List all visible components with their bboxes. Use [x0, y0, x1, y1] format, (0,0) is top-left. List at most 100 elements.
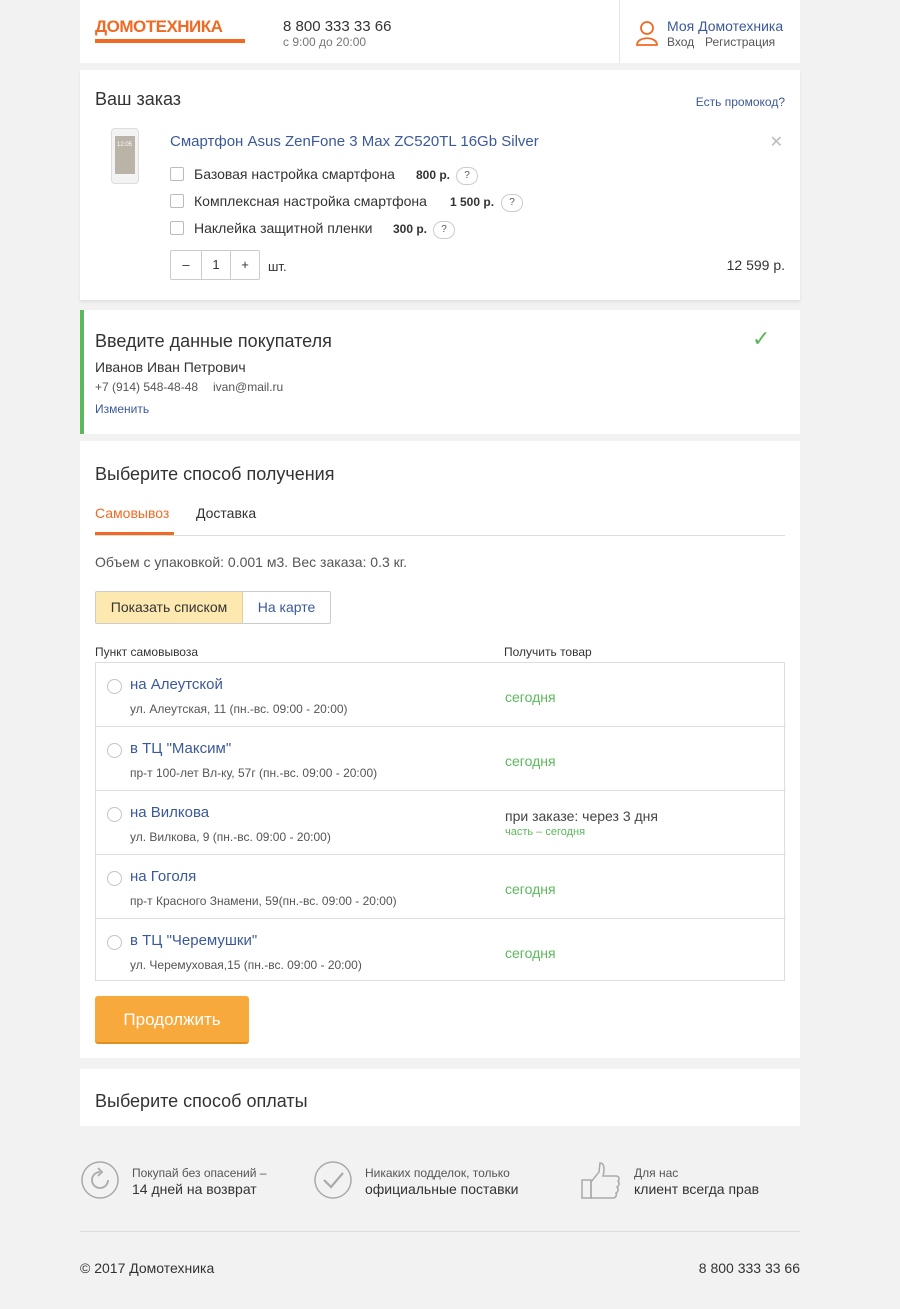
pickup-row[interactable]: на Алеутской ул. Алеутская, 11 (пн.-вс. … [96, 663, 786, 727]
footer-divider [80, 1231, 800, 1232]
pickup-radio[interactable] [107, 935, 122, 950]
order-panel: Ваш заказ Есть промокод? 12:05 Смартфон … [80, 70, 800, 300]
product-name[interactable]: Смартфон Asus ZenFone 3 Max ZC520TL 16Gb… [170, 133, 539, 150]
tab-active-underline [95, 532, 174, 535]
benefit-bottom: официальные поставки [365, 1181, 519, 1197]
header-phone[interactable]: 8 800 333 33 66 [283, 18, 391, 35]
service-option[interactable]: Комплексная настройка смартфона 1 500 р.… [170, 193, 670, 213]
header-hours: с 9:00 до 20:00 [283, 35, 367, 49]
option-help-icon[interactable]: ? [456, 167, 478, 185]
pickup-row[interactable]: на Вилкова ул. Вилкова, 9 (пн.-вс. 09:00… [96, 791, 786, 855]
promo-link[interactable]: Есть промокод? [696, 95, 785, 109]
pickup-row[interactable]: на Гоголя пр-т Красного Знамени, 59(пн.-… [96, 855, 786, 919]
delivery-title: Выберите способ получения [95, 464, 335, 484]
pickup-availability: сегодня [505, 689, 556, 705]
pickup-radio[interactable] [107, 871, 122, 886]
pickup-name: на Алеутской [130, 676, 223, 693]
pickup-row[interactable]: в ТЦ "Максим" пр-т 100-лет Вл-ку, 57г (п… [96, 727, 786, 791]
option-price: 300 р. [393, 222, 428, 236]
pickup-radio[interactable] [107, 743, 122, 758]
qty-plus-button[interactable]: + [231, 251, 259, 279]
logo-text: ДОМОТЕХНИКА [95, 17, 223, 36]
benefit-top: Для нас [634, 1166, 679, 1180]
account-link[interactable]: Моя Домотехника [667, 18, 783, 34]
login-link[interactable]: Вход [667, 35, 694, 49]
pickup-table: на Алеутской ул. Алеутская, 11 (пн.-вс. … [95, 662, 786, 981]
pickup-availability: сегодня [505, 753, 556, 769]
pickup-radio[interactable] [107, 679, 122, 694]
phone-screen-time: 12:05 [117, 142, 133, 148]
col-header-get: Получить товар [504, 645, 592, 659]
option-price: 800 р. [416, 168, 451, 182]
buyer-email: ivan@mail.ru [213, 380, 284, 394]
payment-title: Выберите способ оплаты [95, 1091, 308, 1111]
tab-delivery[interactable]: Доставка [196, 505, 256, 521]
pickup-address: пр-т 100-лет Вл-ку, 57г (пн.-вс. 09:00 -… [130, 766, 378, 780]
pickup-name: в ТЦ "Черемушки" [130, 932, 258, 949]
delivery-panel: Выберите способ получения Самовывоз Дост… [80, 441, 800, 1058]
buyer-title: Введите данные покупателя [95, 331, 332, 351]
product-image[interactable]: 12:05 [111, 128, 139, 184]
view-map-button[interactable]: На карте [243, 592, 330, 623]
qty-unit: шт. [268, 259, 287, 274]
benefit-return: Покупай без опасений – 14 дней на возвра… [80, 1160, 310, 1202]
benefit-bottom: 14 дней на возврат [132, 1181, 257, 1197]
pickup-availability: при заказе: через 3 дня [505, 808, 658, 824]
qty-input[interactable]: 1 [201, 251, 231, 279]
delivery-tabs: Самовывоз Доставка [95, 503, 785, 536]
view-list-button[interactable]: Показать списком [96, 592, 243, 623]
benefit-top: Покупай без опасений – [132, 1166, 267, 1180]
pickup-address: пр-т Красного Знамени, 59(пн.-вс. 09:00 … [130, 894, 397, 908]
benefit-official: Никаких подделок, только официальные пос… [313, 1160, 553, 1202]
pickup-address: ул. Вилкова, 9 (пн.-вс. 09:00 - 20:00) [130, 830, 331, 844]
pickup-availability-partial: часть – сегодня [505, 826, 586, 838]
pickup-name: на Вилкова [130, 804, 210, 821]
pickup-name: в ТЦ "Максим" [130, 740, 232, 757]
thumbs-up-icon [580, 1160, 622, 1202]
return-icon [80, 1160, 120, 1200]
pickup-availability: сегодня [505, 945, 556, 961]
qty-minus-button[interactable]: – [171, 251, 201, 279]
buyer-complete-icon: ✓ [752, 326, 771, 351]
footer-phone[interactable]: 8 800 333 33 66 [699, 1260, 800, 1276]
payment-panel[interactable]: Выберите способ оплаты [80, 1069, 800, 1126]
buyer-name: Иванов Иван Петрович [95, 359, 246, 375]
continue-button[interactable]: Продолжить [95, 996, 249, 1044]
pickup-radio[interactable] [107, 807, 122, 822]
order-title: Ваш заказ [95, 89, 182, 109]
option-label: Комплексная настройка смартфона [194, 193, 427, 209]
benefit-top: Никаких подделок, только [365, 1166, 510, 1180]
benefit-bottom: клиент всегда прав [634, 1181, 760, 1197]
option-checkbox[interactable] [170, 167, 184, 181]
buyer-panel: Введите данные покупателя ✓ Иванов Иван … [80, 310, 800, 434]
quantity-stepper: – 1 + [170, 250, 260, 280]
site-header: ДОМОТЕХНИКА 8 800 333 33 66 с 9:00 до 20… [80, 0, 800, 63]
tab-pickup[interactable]: Самовывоз [95, 505, 169, 521]
option-help-icon[interactable]: ? [433, 221, 455, 239]
pickup-name: на Гоголя [130, 868, 197, 885]
option-label: Базовая настройка смартфона [194, 166, 395, 182]
service-option[interactable]: Наклейка защитной пленки 300 р. ? [170, 220, 670, 240]
view-toggle: Показать списком На карте [95, 591, 331, 624]
user-icon[interactable] [635, 20, 659, 46]
pickup-address: ул. Алеутская, 11 (пн.-вс. 09:00 - 20:00… [130, 702, 348, 716]
volume-info: Объем с упаковкой: 0.001 м3. Вес заказа:… [95, 554, 408, 570]
service-option[interactable]: Базовая настройка смартфона 800 р. ? [170, 166, 670, 186]
pickup-address: ул. Черемуховая,15 (пн.-вс. 09:00 - 20:0… [130, 958, 362, 972]
option-checkbox[interactable] [170, 221, 184, 235]
order-total: 12 599 р. [726, 257, 785, 273]
pickup-row[interactable]: в ТЦ "Черемушки" ул. Черемуховая,15 (пн.… [96, 919, 786, 981]
edit-buyer-link[interactable]: Изменить [95, 402, 149, 416]
option-checkbox[interactable] [170, 194, 184, 208]
remove-item-icon[interactable]: ✕ [770, 132, 783, 152]
footer-copyright: © 2017 Домотехника [80, 1260, 215, 1276]
option-help-icon[interactable]: ? [501, 194, 523, 212]
site-logo[interactable]: ДОМОТЕХНИКА [95, 14, 247, 46]
logo-underline [95, 39, 245, 43]
check-circle-icon [313, 1160, 353, 1200]
pickup-availability: сегодня [505, 881, 556, 897]
col-header-point: Пункт самовывоза [95, 645, 199, 659]
option-price: 1 500 р. [450, 195, 495, 209]
register-link[interactable]: Регистрация [705, 35, 775, 49]
benefit-customer: Для нас клиент всегда прав [580, 1160, 800, 1202]
